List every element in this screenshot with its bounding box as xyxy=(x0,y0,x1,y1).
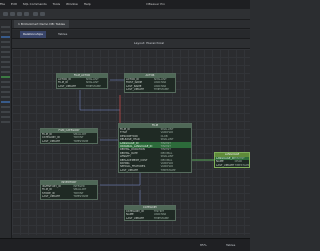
entity-row: LAST_UPDATE TIMESTAMP xyxy=(120,168,176,172)
entity-actor[interactable]: ACTOR ACTOR_ID SMALLINT FIRST_NAME VARCHAR… xyxy=(124,73,176,93)
entity-language[interactable]: LANGUAGE LANGUAGE_ID TINYINT NAME CHAR LAS… xyxy=(214,152,250,169)
entity-inventory[interactable]: INVENTORY INVENTORY_ID INTEGER FILM_ID SMA… xyxy=(40,180,98,200)
entity-row: LAST_UPDATE TIMESTAMP xyxy=(126,216,169,220)
entity-row: LAST_UPDATE TIMESTAMP xyxy=(58,84,101,88)
entity-row: LAST_UPDATE TIMESTAMP xyxy=(216,163,249,167)
entity-row: LAST_UPDATE TIMESTAMP xyxy=(126,88,169,92)
zoom-level[interactable]: 85% xyxy=(200,239,207,251)
entity-row: LAST_UPDATE TIMESTAMP xyxy=(42,195,89,199)
entity-category[interactable]: CATEGORY CATEGORY_ID TINYINT NAME VARCHAR … xyxy=(124,205,176,222)
entity-film[interactable]: FILM FILM_ID SMALLINT TITLE VARCHAR DESCRI… xyxy=(118,123,192,174)
entity-film-actor[interactable]: FILM_ACTOR ACTOR_ID SMALLINT FILM_ID SMALL… xyxy=(56,73,108,90)
status-bar: 85% Tables xyxy=(0,238,250,251)
entity-row: LAST_UPDATE TIMESTAMP xyxy=(42,139,89,143)
status-right: Tables xyxy=(226,243,236,247)
entity-film-category[interactable]: FILM_CATEGORY FILM_ID SMALLINT CATEGORY_I… xyxy=(40,128,98,145)
